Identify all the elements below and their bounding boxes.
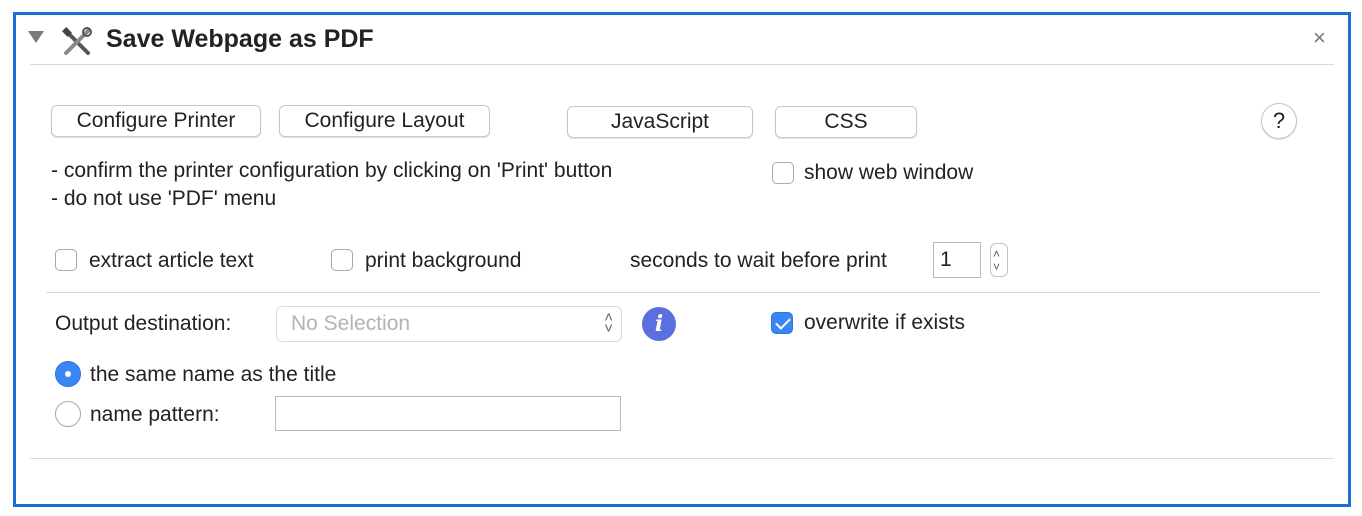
- same-name-radio[interactable]: [55, 361, 81, 387]
- wait-seconds-field[interactable]: 1: [933, 242, 981, 278]
- print-background-label: print background: [365, 249, 522, 272]
- overwrite-if-exists-checkbox[interactable]: [771, 312, 793, 334]
- extract-article-text-label: extract article text: [89, 249, 254, 272]
- stepper-down-icon[interactable]: ˅: [993, 261, 1000, 273]
- note-confirm-printer: - confirm the printer configuration by c…: [51, 159, 613, 182]
- note-no-pdf-menu: - do not use 'PDF' menu: [51, 187, 277, 210]
- name-pattern-label: name pattern:: [90, 403, 220, 426]
- header-divider: [30, 64, 1334, 65]
- popup-arrows-icon: ˄ ˅: [604, 309, 613, 337]
- configure-layout-button[interactable]: Configure Layout: [279, 105, 490, 137]
- print-background-checkbox[interactable]: [331, 249, 353, 271]
- section-divider: [46, 292, 1320, 293]
- tools-icon: [62, 27, 92, 55]
- help-button[interactable]: ?: [1261, 103, 1297, 139]
- output-destination-label: Output destination:: [55, 312, 232, 335]
- close-icon[interactable]: ×: [1313, 27, 1326, 49]
- name-pattern-radio[interactable]: [55, 401, 81, 427]
- info-icon[interactable]: i: [642, 307, 676, 341]
- extract-article-text-checkbox[interactable]: [55, 249, 77, 271]
- output-destination-value: No Selection: [291, 312, 411, 335]
- bottom-divider: [30, 458, 1334, 459]
- action-panel: Save Webpage as PDF × Configure Printer …: [13, 12, 1351, 507]
- javascript-button[interactable]: JavaScript: [567, 106, 753, 138]
- output-destination-select[interactable]: No Selection ˄ ˅: [276, 306, 622, 342]
- css-button[interactable]: CSS: [775, 106, 917, 138]
- name-pattern-input[interactable]: [275, 396, 621, 431]
- disclosure-triangle-icon[interactable]: [28, 31, 44, 43]
- show-web-window-label: show web window: [804, 161, 974, 184]
- stepper-up-icon[interactable]: ˄: [993, 248, 1000, 260]
- show-web-window-checkbox[interactable]: [772, 162, 794, 184]
- configure-printer-button[interactable]: Configure Printer: [51, 105, 261, 137]
- wait-seconds-stepper[interactable]: ˄ ˅: [990, 243, 1008, 277]
- same-name-label: the same name as the title: [90, 363, 337, 386]
- overwrite-if-exists-label: overwrite if exists: [804, 311, 966, 334]
- wait-seconds-label: seconds to wait before print: [630, 249, 887, 272]
- action-title: Save Webpage as PDF: [106, 25, 374, 53]
